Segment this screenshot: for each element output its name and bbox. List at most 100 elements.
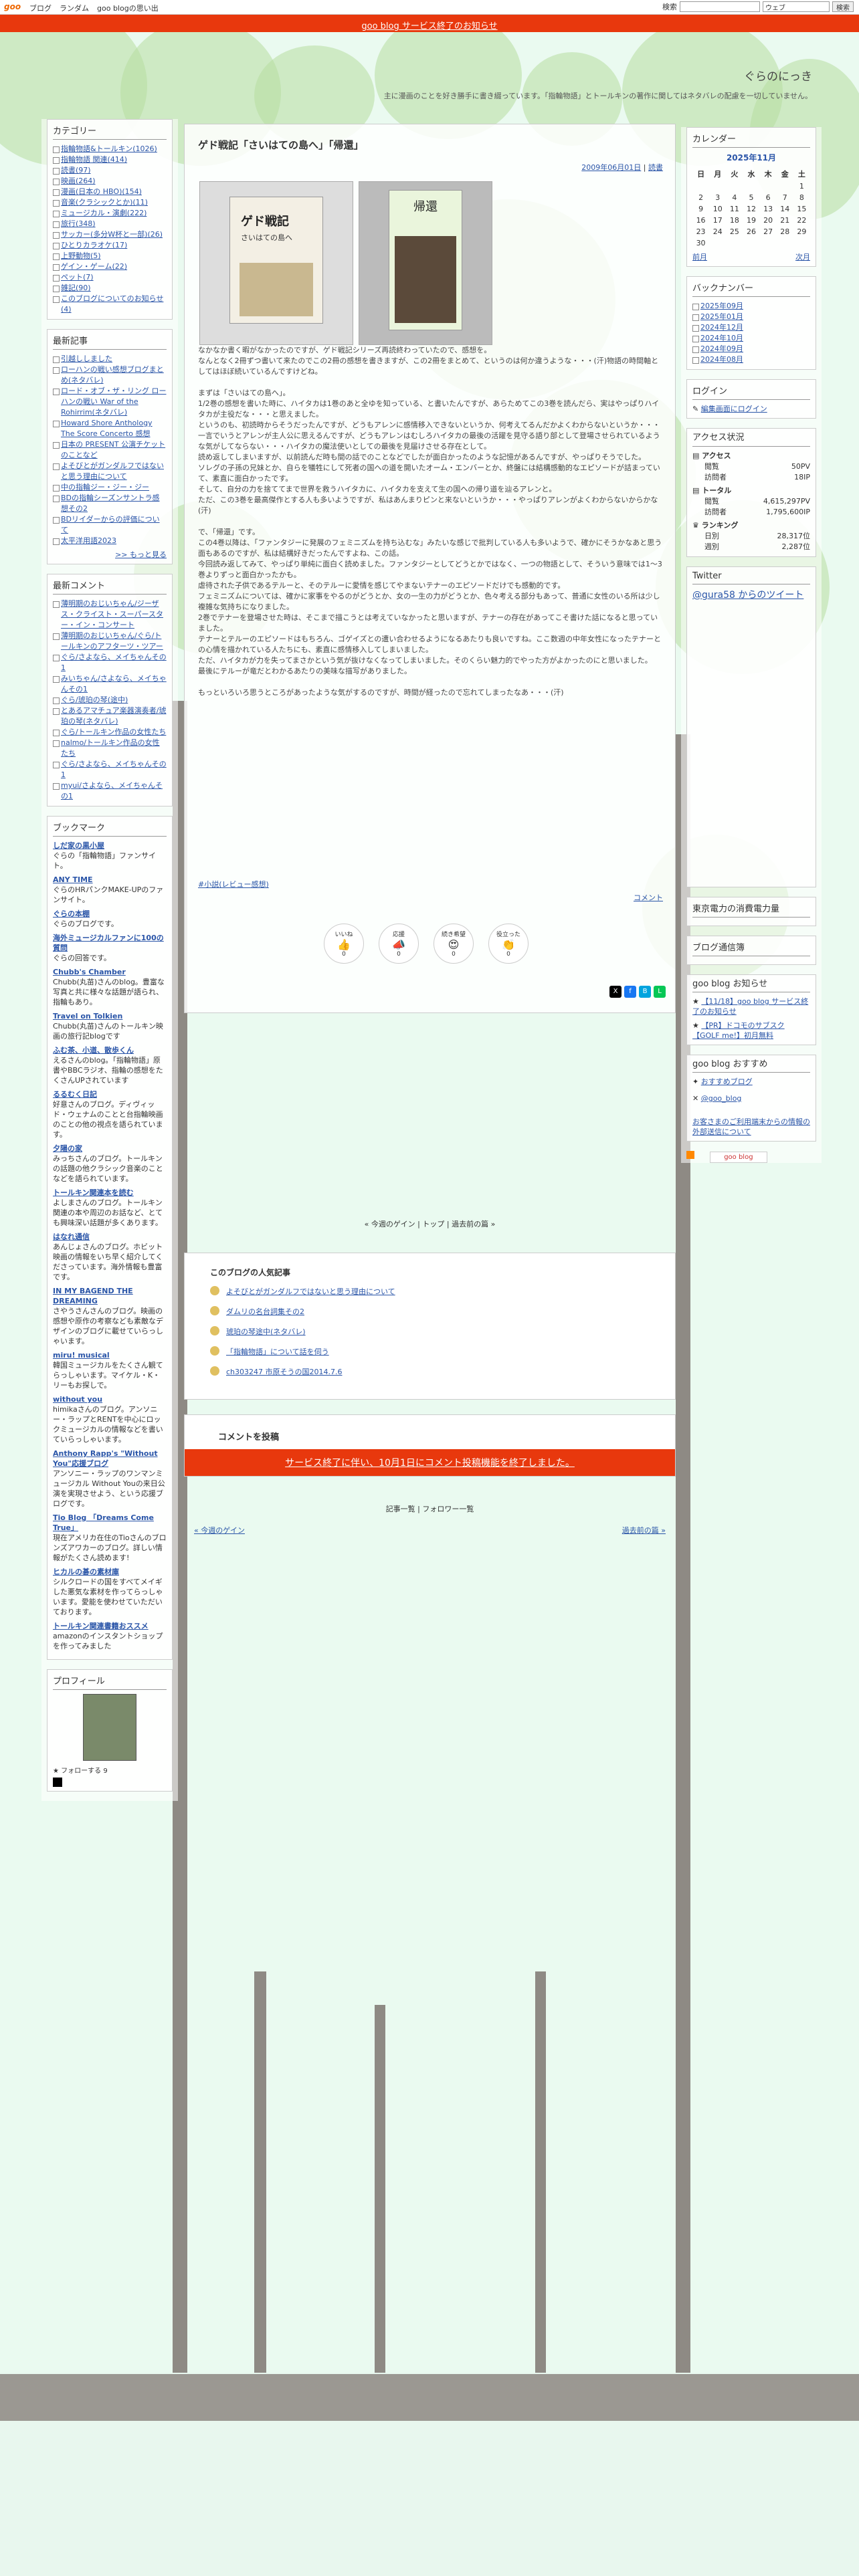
recent-post-item-link[interactable]: 引越ししました bbox=[61, 354, 112, 363]
recent-comment-item-link[interactable]: とあるアマチュア楽器演奏者/琥珀の琴(ネタバレ) bbox=[61, 706, 167, 726]
article-tag[interactable]: #小説(レビュー感想) bbox=[198, 880, 269, 889]
blog-title[interactable]: ぐらのにっき bbox=[744, 67, 812, 84]
nav-link-random[interactable]: ランダム bbox=[60, 3, 89, 13]
bookmark-link[interactable]: IN MY BAGEND THE DREAMING bbox=[53, 1286, 167, 1306]
recent-comment-item-link[interactable]: ぐら/さよなら、メイちゃんその1 bbox=[61, 760, 167, 779]
avatar[interactable] bbox=[83, 1694, 136, 1761]
bookmark-link[interactable]: Tio Blog 「Dreams Come True」 bbox=[53, 1513, 167, 1533]
goo-notice-2[interactable]: 【PR】ドコモのサブスク【GOLF me!】初月無料 bbox=[692, 1021, 785, 1040]
calendar-prev[interactable]: 前月 bbox=[692, 251, 707, 262]
search-scope-select[interactable]: ウェブ bbox=[763, 1, 830, 12]
popular-item-link[interactable]: 「指輪物語」について話を伺う bbox=[226, 1348, 329, 1356]
category-item-link[interactable]: 音楽(クラシックとか)(11) bbox=[61, 198, 148, 207]
reaction-button[interactable]: 応援 📣 0 bbox=[379, 924, 419, 964]
share-hatena-icon[interactable]: B bbox=[639, 986, 651, 998]
book-cover-1[interactable]: ゲド戦記 さいはての島へ bbox=[199, 181, 353, 345]
x-icon[interactable] bbox=[53, 1778, 62, 1787]
category-item-link[interactable]: ペット(7) bbox=[61, 273, 94, 282]
twitter-timeline-link[interactable]: @gura58 からのツイート bbox=[692, 590, 803, 601]
article-date[interactable]: 2009年06月01日 bbox=[581, 163, 641, 172]
article-category[interactable]: 読書 bbox=[648, 163, 663, 172]
bookmark-link[interactable]: 海外ミュージカルファンに100の質問 bbox=[53, 933, 167, 953]
category-item-link[interactable]: 読書(97) bbox=[61, 166, 91, 175]
goo-notice-1[interactable]: 【11/18】goo blog サービス終了のお知らせ bbox=[692, 997, 808, 1016]
nav-link-memories[interactable]: goo blogの思い出 bbox=[97, 3, 159, 13]
bookmark-link[interactable]: ANY TIME bbox=[53, 875, 167, 885]
service-end-link[interactable]: goo blog サービス終了のお知らせ bbox=[361, 21, 497, 31]
bookmark-link[interactable]: Travel on Tolkien bbox=[53, 1011, 167, 1021]
reaction-button[interactable]: いいね 👍 0 bbox=[324, 924, 364, 964]
backnumber-item-link[interactable]: 2024年12月 bbox=[700, 323, 743, 332]
recent-comment-item-link[interactable]: ぐら/さよなら、メイちゃんその1 bbox=[61, 653, 167, 672]
bookmark-link[interactable]: Chubb's Chamber bbox=[53, 967, 167, 977]
book-cover-2[interactable]: 帰還 bbox=[359, 181, 492, 345]
category-item-link[interactable]: 漫画(日本の HBO)(154) bbox=[61, 187, 142, 196]
search-input[interactable] bbox=[680, 1, 760, 12]
category-item-link[interactable]: 指輪物語&トールキン(1026) bbox=[61, 144, 157, 153]
bookmark-link[interactable]: without you bbox=[53, 1394, 167, 1404]
recent-comment-item-link[interactable]: 薄明期のおじいちゃん/ジーザス・クライスト・スーパースター・イン・コンサート bbox=[61, 599, 163, 629]
share-x-icon[interactable]: X bbox=[609, 986, 622, 998]
bookmark-link[interactable]: Anthony Rapp's "Without You"応援ブログ bbox=[53, 1448, 167, 1469]
recent-post-item-link[interactable]: ローハンの戦い感想ブログまとめ(ネタバレ) bbox=[61, 365, 164, 385]
category-item-link[interactable]: ゲイン・ゲーム(22) bbox=[61, 262, 127, 271]
terms-link[interactable]: お客さまのご利用端末からの情報の外部送信について bbox=[692, 1117, 810, 1136]
bookmark-link[interactable]: ヒカルの碁の素材庫 bbox=[53, 1567, 167, 1577]
popular-item-link[interactable]: 琥珀の琴途中(ネタバレ) bbox=[226, 1327, 306, 1336]
recent-post-item-link[interactable]: Howard Shore Anthology The Score Concert… bbox=[61, 419, 153, 438]
bookmark-link[interactable]: ふむ茶、小道、散歩くん bbox=[53, 1045, 167, 1055]
electric-title[interactable]: 東京電力の消費電力量 bbox=[692, 901, 810, 918]
follow-button[interactable]: フォローする bbox=[61, 1767, 101, 1775]
share-facebook-icon[interactable]: f bbox=[624, 986, 636, 998]
recent-post-item-link[interactable]: BDの指輪シーズンサントラ感想その2 bbox=[61, 494, 159, 513]
bottom-nav[interactable]: 記事一覧 | フォロワー一覧 bbox=[184, 1503, 676, 1514]
comment-closed-link[interactable]: サービス終了に伴い、10月1日にコメント投稿機能を終了しました。 bbox=[285, 1458, 575, 1469]
login-link[interactable]: 編集画面にログイン bbox=[701, 405, 767, 413]
reaction-button[interactable]: 役立った 👏 0 bbox=[488, 924, 529, 964]
backnumber-item-link[interactable]: 2025年01月 bbox=[700, 312, 743, 321]
category-item-link[interactable]: ミュージカル・演劇(222) bbox=[61, 209, 147, 217]
goo-blog-twitter-link[interactable]: @goo_blog bbox=[701, 1094, 742, 1103]
recent-comment-item-link[interactable]: 薄明期のおじいちゃん/ぐら/トールキンのアフターツ・ツアー bbox=[61, 631, 163, 651]
category-item-link[interactable]: 指輪物語 関連(414) bbox=[61, 155, 127, 164]
calendar-next[interactable]: 次月 bbox=[795, 251, 810, 262]
recent-comment-item-link[interactable]: ぐら/トールキン作品の女性たち bbox=[61, 728, 166, 736]
recent-post-item-link[interactable]: 日本の PRESENT 公演チケットのことなど bbox=[61, 440, 165, 459]
next-link[interactable]: 過去前の篇 » bbox=[622, 1525, 666, 1535]
more-link[interactable]: >> もっと見る bbox=[115, 550, 167, 559]
recent-post-item-link[interactable]: よそびとがガンダルフではないと思う理由について bbox=[61, 461, 164, 481]
recommend-blog-link[interactable]: おすすめブログ bbox=[701, 1077, 753, 1086]
category-item-link[interactable]: 雑記(90) bbox=[61, 284, 91, 292]
backnumber-item-link[interactable]: 2025年09月 bbox=[700, 302, 743, 310]
category-item-link[interactable]: このブログについてのお知らせ(4) bbox=[61, 294, 163, 314]
share-line-icon[interactable]: L bbox=[654, 986, 666, 998]
recent-comment-item-link[interactable]: nalmo/トールキン作品の女性たち bbox=[61, 738, 160, 758]
bookmark-link[interactable]: トールキン関連本を読む bbox=[53, 1188, 167, 1198]
bookmark-link[interactable]: トールキン関連書籍おススメ bbox=[53, 1621, 167, 1631]
popular-item-link[interactable]: ダムリの名台詞集その2 bbox=[226, 1307, 304, 1316]
recent-post-item-link[interactable]: 中の指輪ジー・ジー・ジー bbox=[61, 483, 149, 492]
bookmark-link[interactable]: 夕陽の家 bbox=[53, 1144, 167, 1154]
category-item-link[interactable]: 上野動物(5) bbox=[61, 251, 101, 260]
rss-icon[interactable] bbox=[686, 1151, 694, 1159]
backnumber-item-link[interactable]: 2024年08月 bbox=[700, 355, 743, 364]
nav-link-blog[interactable]: ブログ bbox=[29, 3, 52, 13]
recent-comment-item-link[interactable]: myui/さよなら、メイちゃんその1 bbox=[61, 781, 163, 800]
article-pager[interactable]: « 今週のゲイン | トップ | 過去前の篇 » bbox=[184, 1218, 676, 1229]
bookmark-link[interactable]: はなれ通信 bbox=[53, 1232, 167, 1242]
comment-link[interactable]: コメント bbox=[634, 893, 663, 902]
category-item-link[interactable]: サッカー(多分W杯と一部)(26) bbox=[61, 230, 163, 239]
category-item-link[interactable]: ひとりカラオケ(17) bbox=[61, 241, 127, 249]
backnumber-item-link[interactable]: 2024年09月 bbox=[700, 344, 743, 353]
recent-post-item-link[interactable]: BDリイダーからの評価について bbox=[61, 515, 160, 534]
recent-comment-item-link[interactable]: ぐら/琥珀の琴(途中) bbox=[61, 695, 128, 704]
category-item-link[interactable]: 旅行(348) bbox=[61, 219, 96, 228]
goo-blog-badge[interactable]: goo blog bbox=[710, 1152, 767, 1163]
popular-item-link[interactable]: ch303247 市原そうの国2014.7.6 bbox=[226, 1368, 343, 1376]
bookmark-link[interactable]: るるむく日記 bbox=[53, 1089, 167, 1099]
search-button[interactable]: 検索 bbox=[832, 1, 854, 12]
bookmark-link[interactable]: しだ家の黒小屋 bbox=[53, 841, 167, 851]
prev-link[interactable]: « 今週のゲイン bbox=[194, 1525, 245, 1535]
recent-comment-item-link[interactable]: みいちゃん/さよなら、メイちゃんその1 bbox=[61, 674, 167, 693]
article-title[interactable]: ゲド戦記「さいはての島へ」「帰還」 bbox=[198, 138, 364, 152]
